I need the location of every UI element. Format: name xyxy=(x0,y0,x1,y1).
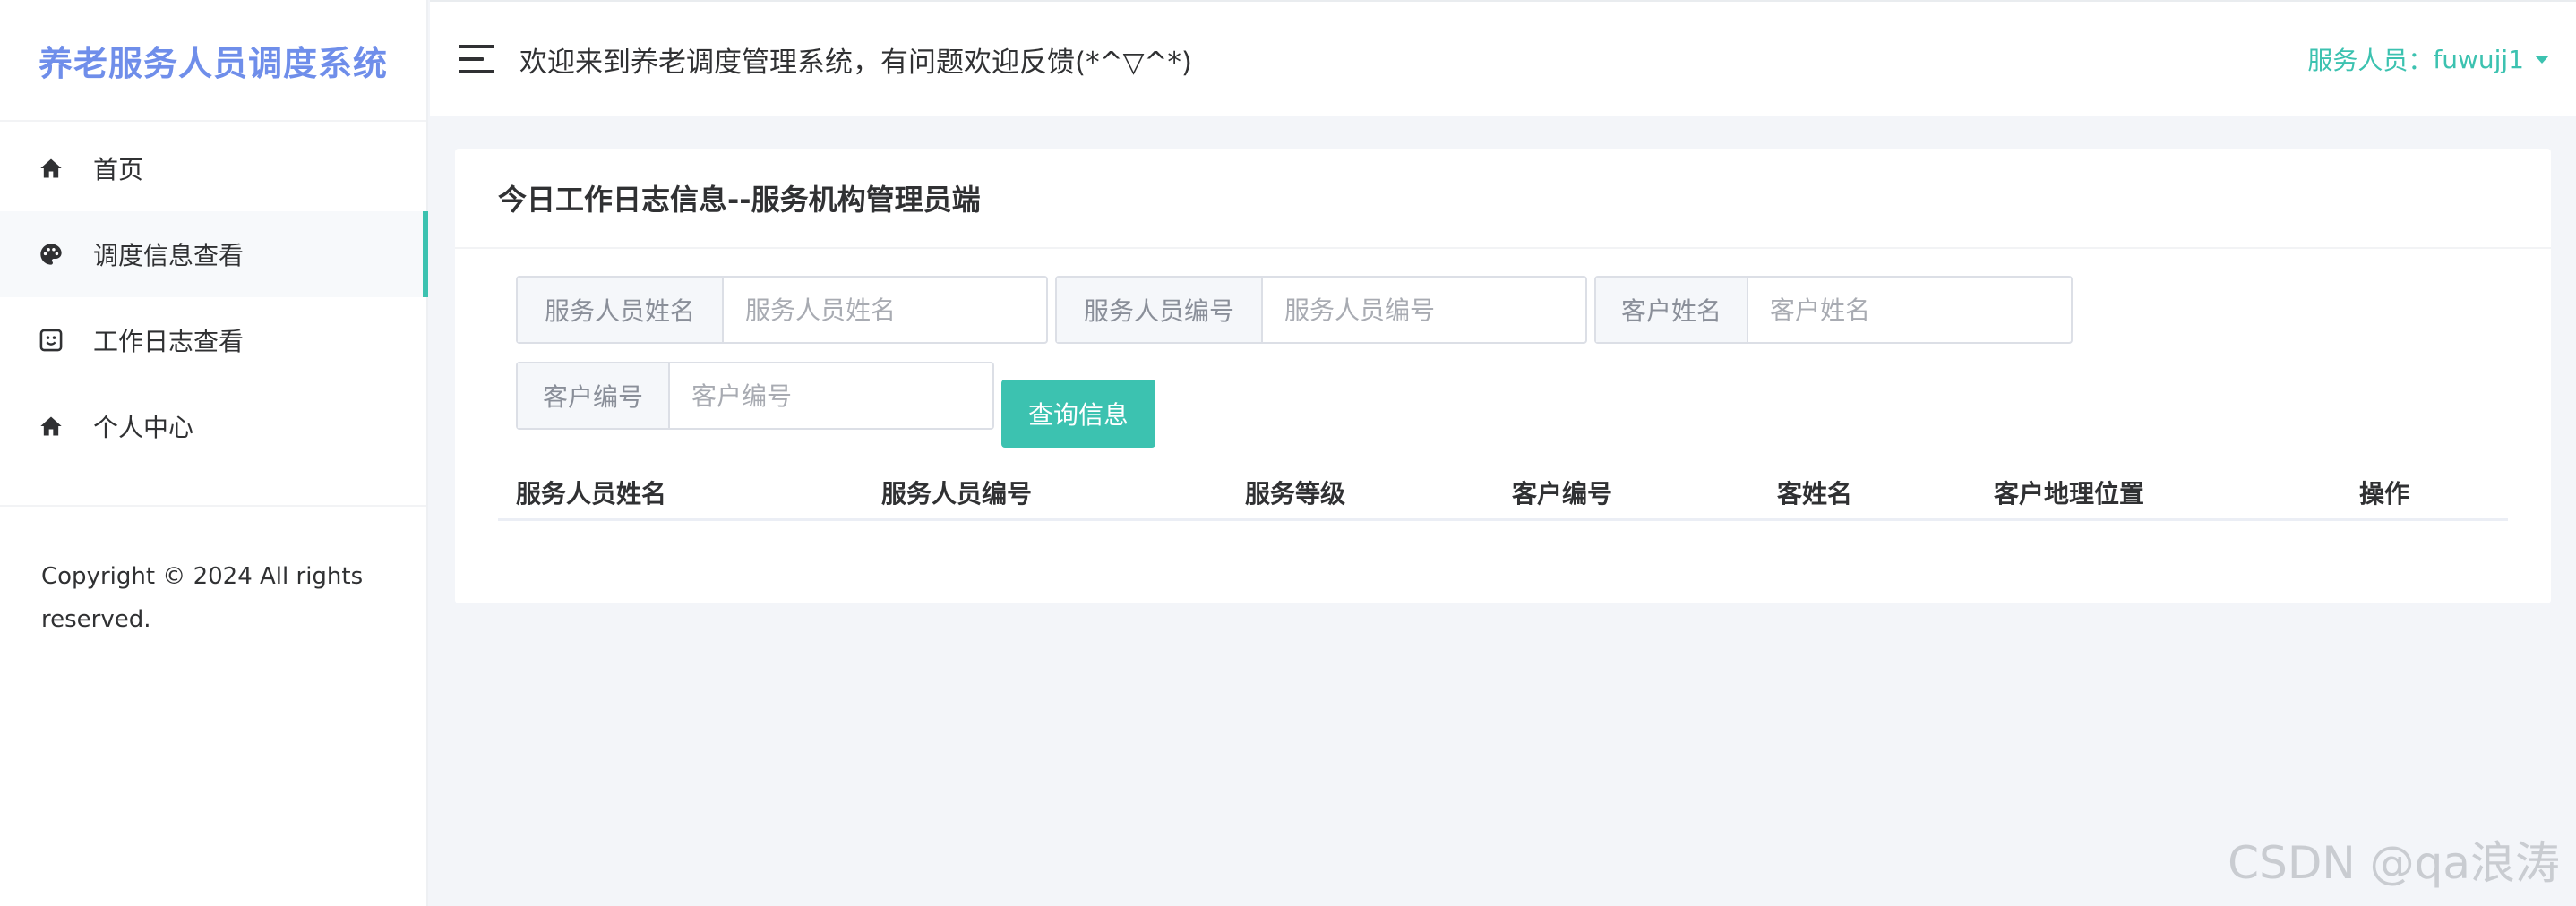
sidebar-item-label: 工作日志查看 xyxy=(93,327,245,356)
user-name: fuwujj1 xyxy=(2433,44,2524,74)
customer-id-input[interactable] xyxy=(670,363,992,428)
staff-name-label: 服务人员姓名 xyxy=(518,278,724,342)
customer-id-filter: 客户编号 xyxy=(516,362,994,430)
column-header: 客户编号 xyxy=(1512,479,1613,509)
user-dropdown[interactable]: 服务人员： fuwujj1 xyxy=(2307,41,2549,77)
sidebar-item-label: 首页 xyxy=(93,155,144,184)
welcome-text: 欢迎来到养老调度管理系统，有问题欢迎反馈(*^▽^*) xyxy=(519,46,1192,79)
column-header: 服务等级 xyxy=(1245,479,1346,509)
sidebar-item-home[interactable]: 首页 xyxy=(0,125,426,211)
sidebar: 养老服务人员调度系统 首页 调度信息查看 工作日志查看 个人中心 Copyrig… xyxy=(0,0,428,906)
staff-name-filter: 服务人员姓名 xyxy=(516,276,1048,344)
watermark: CSDN @qa浪涛 xyxy=(2228,837,2560,889)
brand: 养老服务人员调度系统 xyxy=(0,0,426,122)
staff-id-label: 服务人员编号 xyxy=(1057,278,1263,342)
app-title: 养老服务人员调度系统 xyxy=(38,43,388,83)
column-header: 客姓名 xyxy=(1777,479,1853,509)
top-header: 欢迎来到养老调度管理系统，有问题欢迎反馈(*^▽^*) 服务人员： fuwujj… xyxy=(430,0,2576,116)
customer-name-filter: 客户姓名 xyxy=(1594,276,2073,344)
sidebar-item-profile[interactable]: 个人中心 xyxy=(0,383,426,469)
column-header: 操作 xyxy=(2359,479,2410,509)
home-icon xyxy=(38,413,64,440)
copyright: Copyright © 2024 All rights reserved. xyxy=(41,563,364,633)
palette-icon xyxy=(38,241,64,268)
card-title: 今日工作日志信息--服务机构管理员端 xyxy=(455,149,2551,249)
staff-id-input[interactable] xyxy=(1263,278,1585,342)
face-icon xyxy=(38,327,64,354)
home-icon xyxy=(38,155,64,182)
table-header: 服务人员姓名 服务人员编号 服务等级 客户编号 客姓名 客户地理位置 操作 xyxy=(498,466,2508,521)
caret-down-icon xyxy=(2535,55,2549,64)
sidebar-item-label: 个人中心 xyxy=(93,413,194,442)
hamburger-menu-icon[interactable] xyxy=(459,45,494,73)
query-button[interactable]: 查询信息 xyxy=(1001,380,1155,448)
sidebar-item-label: 调度信息查看 xyxy=(93,241,245,270)
column-header: 客户地理位置 xyxy=(1994,479,2145,509)
sidebar-item-work-log[interactable]: 工作日志查看 xyxy=(0,297,426,383)
column-header: 服务人员编号 xyxy=(881,479,1033,509)
sidebar-menu: 首页 调度信息查看 工作日志查看 个人中心 xyxy=(0,122,428,507)
staff-id-filter: 服务人员编号 xyxy=(1055,276,1587,344)
customer-name-input[interactable] xyxy=(1748,278,2071,342)
sidebar-item-dispatch-info[interactable]: 调度信息查看 xyxy=(0,211,428,297)
staff-name-input[interactable] xyxy=(724,278,1046,342)
customer-name-label: 客户姓名 xyxy=(1596,278,1748,342)
customer-id-label: 客户编号 xyxy=(518,363,670,428)
work-log-card: 今日工作日志信息--服务机构管理员端 服务人员姓名 服务人员编号 客户姓名 客户… xyxy=(455,149,2551,603)
user-label: 服务人员： xyxy=(2307,46,2434,75)
column-header: 服务人员姓名 xyxy=(516,479,667,509)
